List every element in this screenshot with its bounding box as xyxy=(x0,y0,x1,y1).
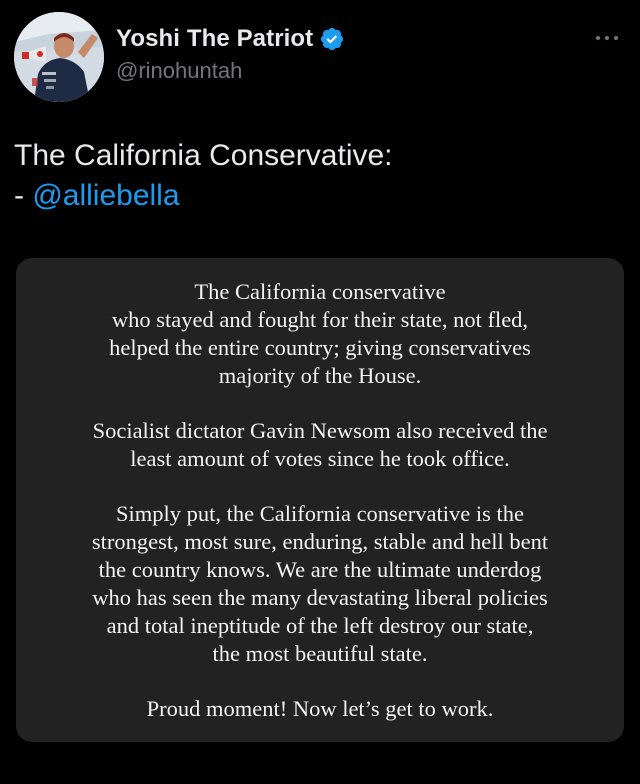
avatar[interactable] xyxy=(14,12,104,102)
media-text-line: the country knows. We are the ultimate u… xyxy=(98,557,542,582)
media-image-text: The California conservative who stayed a… xyxy=(16,278,624,723)
profile-photo-icon xyxy=(14,12,104,102)
media-text-line: least amount of votes since he took offi… xyxy=(130,446,510,471)
media-text-line: who stayed and fought for their state, n… xyxy=(111,307,529,332)
media-paragraph: Simply put, the California conservative … xyxy=(16,500,624,668)
media-text-line: majority of the House. xyxy=(218,363,422,388)
username-handle[interactable]: @rinohuntah xyxy=(116,58,345,84)
tweet-header: Yoshi The Patriot @rinohuntah xyxy=(14,12,626,102)
media-text-line: who has seen the many devastating libera… xyxy=(92,585,548,610)
media-text-line: the most beautiful state. xyxy=(212,641,428,666)
verified-badge-icon xyxy=(321,27,344,51)
media-text-line: Socialist dictator Gavin Newsom also rec… xyxy=(92,418,548,443)
media-paragraph: Socialist dictator Gavin Newsom also rec… xyxy=(16,417,624,473)
author-block: Yoshi The Patriot @rinohuntah xyxy=(116,22,345,84)
tweet-text-line-1: The California Conservative: xyxy=(14,139,393,172)
tweet-text-prefix: - xyxy=(14,179,33,212)
media-paragraph: The California conservative who stayed a… xyxy=(16,278,624,390)
media-text-line: and total ineptitude of the left destroy… xyxy=(106,613,534,638)
display-name-row: Yoshi The Patriot xyxy=(116,22,345,56)
tweet-text-line-2: - @alliebella xyxy=(14,176,614,216)
media-text-line: strongest, most sure, enduring, stable a… xyxy=(91,529,549,554)
media-image[interactable]: The California conservative who stayed a… xyxy=(16,258,624,742)
media-text-line: helped the entire country; giving conser… xyxy=(109,335,531,360)
display-name[interactable]: Yoshi The Patriot xyxy=(116,25,313,53)
media-paragraph: Proud moment! Now let’s get to work. xyxy=(16,695,624,723)
more-options-icon[interactable] xyxy=(592,28,622,48)
mention-link[interactable]: @alliebella xyxy=(32,179,179,212)
tweet-text: The California Conservative: - @alliebel… xyxy=(14,136,614,216)
media-text-line: Proud moment! Now let’s get to work. xyxy=(146,696,494,721)
media-text-line: The California conservative xyxy=(194,279,446,304)
tweet: Yoshi The Patriot @rinohuntah The Califo… xyxy=(0,0,640,784)
media-text-line: Simply put, the California conservative … xyxy=(115,501,525,526)
